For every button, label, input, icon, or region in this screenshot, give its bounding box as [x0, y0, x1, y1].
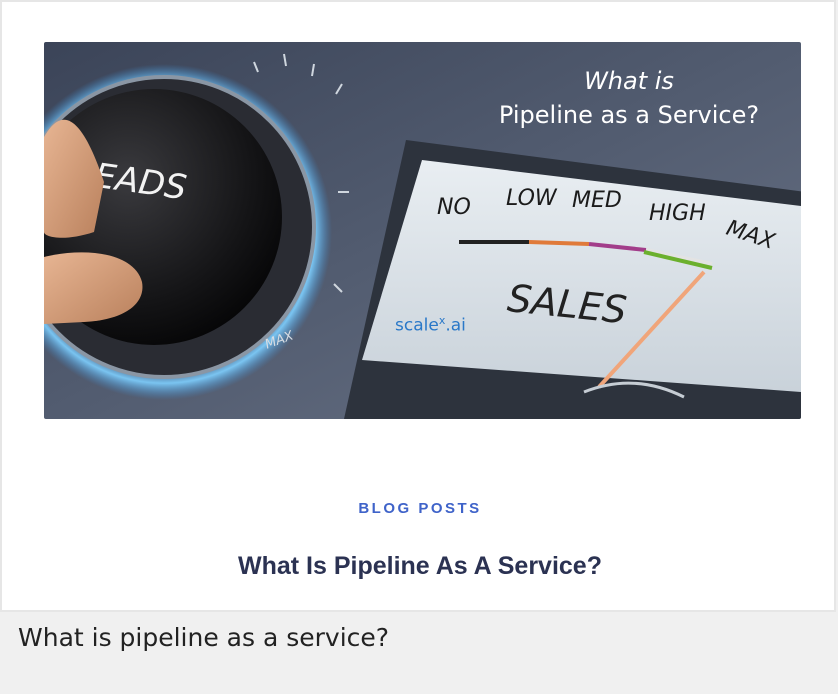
featured-image[interactable]: LEADS MAX NO LOW MED HIGH MAX SALES What…	[44, 42, 801, 419]
gauge-label-high: HIGH	[649, 201, 706, 226]
post-category-link[interactable]: BLOG POSTS	[2, 500, 838, 517]
hero-title-line1: What is	[584, 67, 674, 95]
post-caption: What is pipeline as a service?	[18, 623, 390, 652]
hero-title-line2: Pipeline as a Service?	[498, 101, 760, 129]
hero-title: What is Pipeline as a Service?	[464, 64, 794, 132]
post-title-link[interactable]: What Is Pipeline As A Service?	[2, 552, 838, 581]
gauge-label-med: MED	[572, 188, 622, 213]
gauge-label-low: LOW	[506, 186, 558, 211]
post-card[interactable]: LEADS MAX NO LOW MED HIGH MAX SALES What…	[0, 0, 836, 612]
gauge-label-no: NO	[437, 195, 471, 220]
brand-watermark: scalex.ai	[395, 314, 466, 336]
